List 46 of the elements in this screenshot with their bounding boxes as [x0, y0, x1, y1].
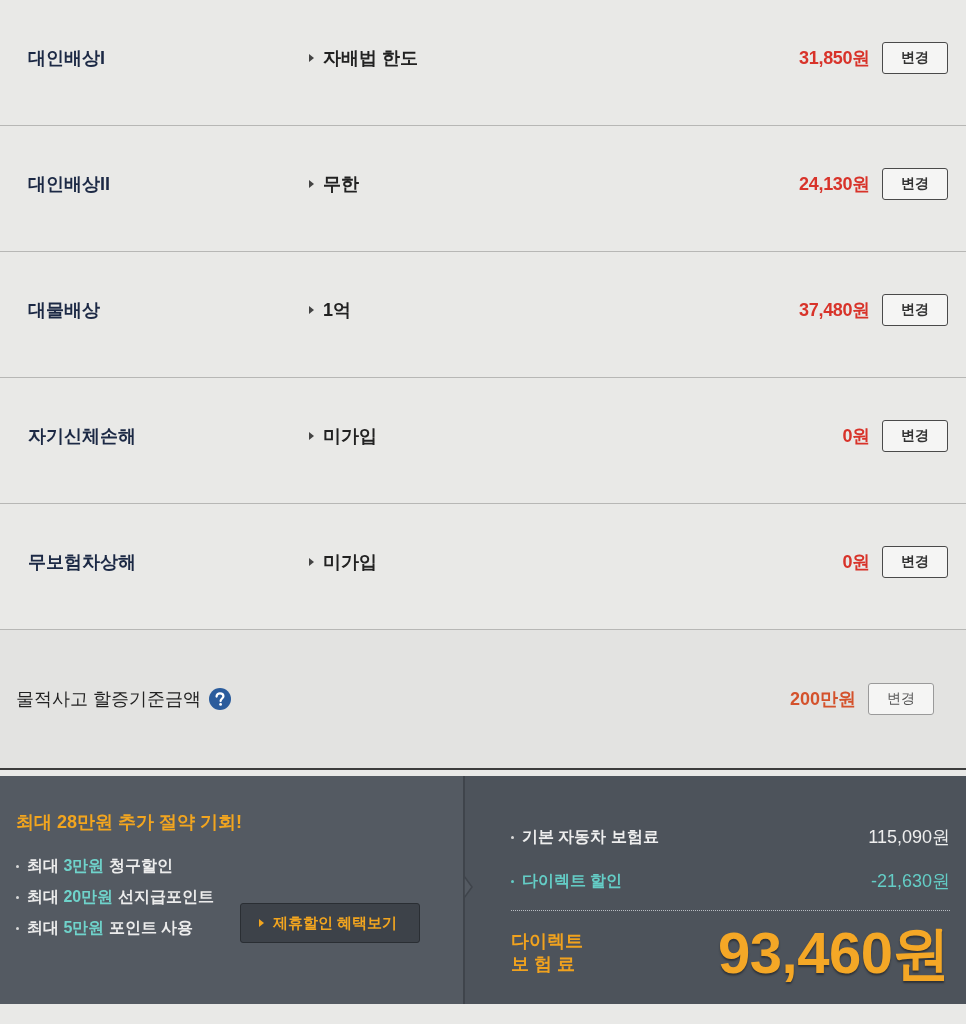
coverage-label: 대인배상II — [28, 172, 110, 196]
bullet-icon — [511, 835, 514, 839]
premium-amount: 24,130원 — [799, 172, 870, 196]
caret-icon — [309, 179, 314, 188]
help-icon[interactable] — [209, 688, 231, 710]
promo-headline: 최대 28만원 추가 절약 기회! — [16, 811, 243, 834]
caret-icon — [309, 557, 314, 566]
bullet-icon — [16, 927, 19, 930]
change-button[interactable]: 변경 — [882, 167, 948, 200]
benefit-text: 최대 3만원 청구할인 — [27, 856, 173, 876]
summary-amount: 115,090원 — [868, 826, 950, 849]
premium-amount: 0원 — [842, 424, 870, 448]
benefit-text: 최대 5만원 포인트 사용 — [27, 918, 194, 938]
premium-amount: 0원 — [842, 550, 870, 574]
partner-discount-button[interactable]: 제휴할인 혜택보기 — [240, 903, 420, 943]
total-label: 다이렉트 보 험 료 — [511, 930, 583, 976]
coverage-option: 자배법 한도 — [323, 45, 418, 70]
summary-label: 다이렉트 할인 — [522, 870, 623, 891]
coverage-option: 무한 — [323, 171, 359, 196]
change-button[interactable]: 변경 — [882, 545, 948, 578]
change-button[interactable]: 변경 — [882, 419, 948, 452]
coverage-option: 미가입 — [323, 423, 377, 448]
coverage-option: 1억 — [323, 297, 351, 322]
change-button[interactable]: 변경 — [882, 293, 948, 326]
coverage-label: 무보험차상해 — [28, 550, 136, 574]
total-premium: 93,460원 — [718, 921, 950, 985]
bullet-icon — [16, 896, 19, 899]
surcharge-label: 물적사고 할증기준금액 — [16, 688, 201, 711]
summary-amount: -21,630원 — [870, 870, 950, 893]
change-button[interactable]: 변경 — [882, 41, 948, 74]
summary-label: 기본 자동차 보험료 — [522, 826, 659, 847]
coverage-label: 자기신체손해 — [28, 424, 136, 448]
caret-icon — [309, 305, 314, 314]
change-button[interactable]: 변경 — [868, 683, 934, 715]
coverage-option: 미가입 — [323, 549, 377, 574]
caret-icon — [259, 919, 264, 927]
benefit-text: 최대 20만원 선지급포인트 — [27, 887, 214, 907]
bullet-icon — [511, 879, 514, 883]
threshold-amount: 200만원 — [789, 688, 856, 711]
bullet-icon — [16, 865, 19, 868]
caret-icon — [309, 431, 314, 440]
caret-icon — [309, 53, 314, 62]
coverage-label: 대물배상 — [28, 298, 100, 322]
premium-amount: 31,850원 — [799, 46, 870, 70]
premium-amount: 37,480원 — [799, 298, 870, 322]
coverage-label: 대인배상I — [28, 46, 105, 70]
